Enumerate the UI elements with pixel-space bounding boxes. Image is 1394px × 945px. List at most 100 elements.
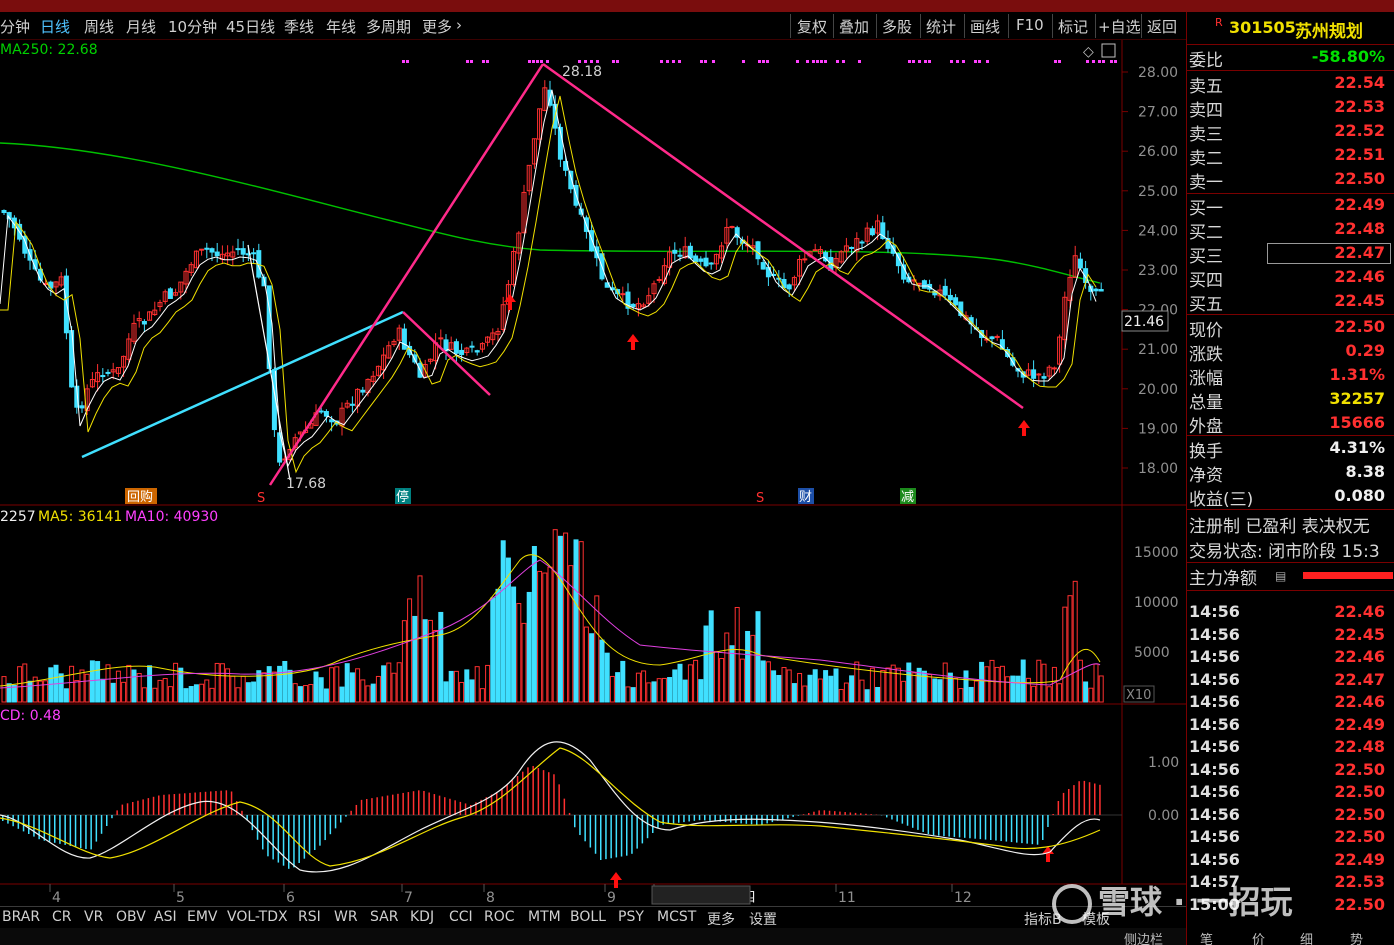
candlesticks	[1, 80, 1104, 467]
footer-tab[interactable]: 价	[1252, 929, 1265, 945]
date-tick: 7	[404, 890, 413, 906]
badge-finance[interactable]: 财	[799, 490, 812, 505]
watermark: 雪球 · 一招玩	[1052, 877, 1292, 924]
tick-time: 14:56	[1189, 624, 1240, 644]
indicator-brar[interactable]: BRAR	[2, 909, 40, 925]
bid3-row[interactable]: 买三 22.47	[1189, 242, 1393, 267]
indicator-more[interactable]: 更多	[707, 909, 735, 929]
footer-tab[interactable]: 细	[1300, 929, 1313, 945]
footer-tab[interactable]: 势	[1350, 929, 1363, 945]
tick-price: 22.46	[1334, 602, 1385, 621]
date-tick: 8	[486, 890, 495, 906]
period-multi[interactable]: 多周期	[366, 16, 411, 37]
multi-stock-button[interactable]: 多股	[882, 16, 912, 37]
divider	[833, 14, 834, 38]
volume-ma5-legend: MA5: 36141	[38, 509, 122, 525]
back-button[interactable]: 返回	[1147, 16, 1177, 37]
indicator-roc[interactable]: ROC	[484, 909, 515, 925]
tick-time: 14:56	[1189, 669, 1240, 689]
volume-legend: 2257	[0, 509, 36, 525]
fuquan-button[interactable]: 复权	[797, 16, 827, 37]
tick-price: 22.50	[1334, 827, 1385, 846]
event-badges[interactable]: 回购 S 停 S 财 减	[125, 488, 916, 506]
indicator-rsi[interactable]: RSI	[298, 909, 321, 925]
divider	[790, 14, 791, 38]
macd-axis: 1.00 0.00	[1148, 755, 1179, 824]
indicator-mcst[interactable]: MCST	[657, 909, 696, 925]
ask2-row[interactable]: 卖二 22.51	[1189, 144, 1393, 169]
period-10min[interactable]: 10分钟	[168, 16, 217, 37]
stats-button[interactable]: 统计	[926, 16, 956, 37]
tick-price: 22.45	[1334, 624, 1385, 644]
stock-code: 301505	[1229, 18, 1296, 37]
bid5-row[interactable]: 买五 22.45	[1189, 290, 1393, 315]
indicator-vr[interactable]: VR	[84, 909, 103, 925]
period-daily[interactable]: 日线	[40, 16, 70, 37]
indicator-obv[interactable]: OBV	[116, 909, 146, 925]
period-minute[interactable]: 分钟	[0, 16, 30, 37]
restore-icon[interactable]	[1101, 43, 1116, 58]
tick-time: 14:56	[1189, 647, 1240, 666]
indicator-cci[interactable]: CCI	[449, 909, 473, 925]
period-45day[interactable]: 45日线	[226, 16, 275, 37]
indicator-cr[interactable]: CR	[52, 909, 72, 925]
badge-halt[interactable]: 停	[396, 489, 409, 505]
list-icon[interactable]: ▤	[1275, 569, 1286, 583]
volume-ma10-legend: MA10: 40930	[125, 509, 218, 525]
bid1-row[interactable]: 买一 22.49	[1189, 194, 1393, 219]
footer-tab[interactable]: 笔	[1200, 929, 1213, 945]
indicator-mtm[interactable]: MTM	[528, 909, 561, 925]
macd-histogram	[2, 765, 1101, 869]
period-yearly[interactable]: 年线	[326, 16, 356, 37]
tick-row: 14:56 22.46	[1189, 647, 1393, 670]
tick-price: 22.53	[1334, 872, 1385, 891]
period-quarterly[interactable]: 季线	[284, 16, 314, 37]
indicator-settings[interactable]: 设置	[749, 909, 777, 929]
ma250-legend: MA250: 22.68	[0, 42, 98, 58]
add-watchlist-button[interactable]: +自选	[1098, 16, 1141, 37]
period-monthly[interactable]: 月线	[126, 16, 156, 37]
chevron-right-icon[interactable]: ›	[456, 16, 462, 34]
ask4-row[interactable]: 卖四 22.53	[1189, 96, 1393, 121]
badge-buyback[interactable]: 回购	[127, 489, 153, 505]
indicator-boll[interactable]: BOLL	[570, 909, 606, 925]
badge-reduce[interactable]: 减	[901, 490, 914, 505]
indicator-vol-tdx[interactable]: VOL-TDX	[227, 909, 288, 925]
period-toolbar: 分钟 日线 周线 月线 10分钟 45日线 季线 年线 多周期 更多 › 复权 …	[0, 12, 1186, 40]
ask5-row[interactable]: 卖五 22.54	[1189, 72, 1393, 97]
bid4-row[interactable]: 买四 22.46	[1189, 266, 1393, 291]
price-tick: 27.00	[1138, 105, 1178, 121]
indicator-asi[interactable]: ASI	[154, 909, 177, 925]
main-flow-row[interactable]: 主力净额 ▤	[1189, 564, 1393, 589]
indicator-sar[interactable]: SAR	[370, 909, 398, 925]
badge-s[interactable]: S	[257, 491, 265, 506]
ask3-row[interactable]: 卖三 22.52	[1189, 120, 1393, 145]
indicator-emv[interactable]: EMV	[187, 909, 218, 925]
badge-s[interactable]: S	[756, 491, 764, 506]
mark-button[interactable]: 标记	[1058, 16, 1088, 37]
indicator-wr[interactable]: WR	[334, 909, 358, 925]
kline-chart[interactable]: MA250: 22.68 ◇ 28.00 27.00 26.00 25.00 24.00…	[0, 40, 1186, 906]
tick-time: 14:56	[1189, 737, 1240, 756]
period-weekly[interactable]: 周线	[84, 16, 114, 37]
tick-row: 14:56 22.49	[1189, 715, 1393, 738]
tick-list[interactable]: 14:56 22.46 14:56 22.45 14:56 22.46 14:56 22.47…	[1187, 590, 1394, 914]
indicator-kdj[interactable]: KDJ	[410, 909, 434, 925]
f10-button[interactable]: F10	[1016, 16, 1044, 34]
volume-axis: 15000 10000 5000	[1134, 545, 1179, 661]
bid2-row[interactable]: 买二 22.48	[1189, 218, 1393, 243]
price-tick: 21.00	[1138, 342, 1178, 358]
period-more[interactable]: 更多	[422, 16, 452, 37]
diamond-icon[interactable]: ◇	[1083, 44, 1094, 60]
ask1-row[interactable]: 卖一 22.50	[1189, 168, 1393, 193]
divider	[1187, 314, 1394, 315]
indicator-psy[interactable]: PSY	[618, 909, 644, 925]
price-tick: 28.00	[1138, 65, 1178, 81]
tick-time: 14:56	[1189, 782, 1240, 801]
main-flow-bar	[1303, 572, 1393, 579]
quote-panel: R 301505 苏州规划 委比 -58.80% 卖五 22.54 卖四 22.53…	[1186, 12, 1394, 945]
draw-line-button[interactable]: 画线	[970, 16, 1000, 37]
tick-time: 14:56	[1189, 849, 1240, 869]
footer-tab[interactable]: 侧边栏	[1124, 929, 1163, 945]
overlay-button[interactable]: 叠加	[839, 16, 869, 37]
